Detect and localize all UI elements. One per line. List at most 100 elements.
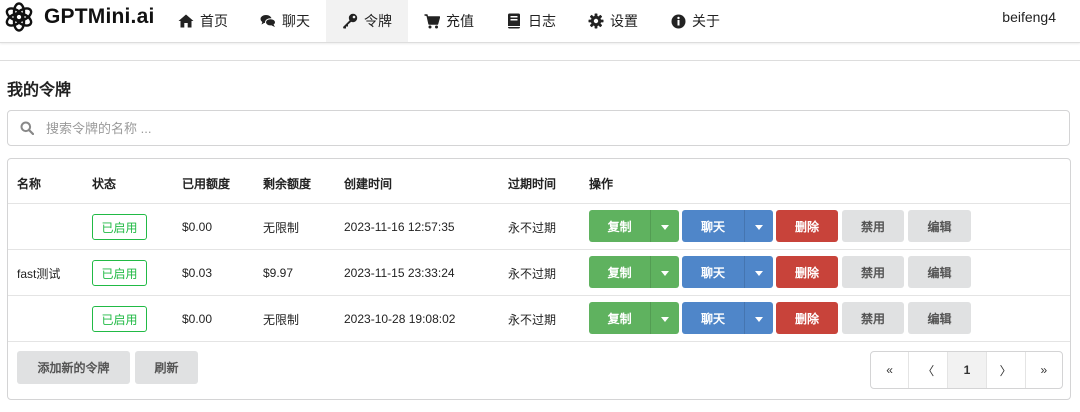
expire-time: 永不过期 xyxy=(508,266,557,281)
nav-item-home[interactable]: 首页 xyxy=(162,0,244,42)
edit-button[interactable]: 编辑 xyxy=(908,256,971,288)
delete-button[interactable]: 删除 xyxy=(776,256,838,288)
token-name: fast测试 xyxy=(17,266,61,281)
token-table: 名称 状态 已用额度 剩余额度 创建时间 过期时间 操作 已启用 $0.00 无… xyxy=(7,158,1071,400)
expire-time: 永不过期 xyxy=(508,312,557,327)
used-quota: $0.00 xyxy=(182,312,213,326)
caret-down-icon xyxy=(661,219,670,233)
top-navbar: GPTMini.ai 首页 聊天 令牌 充值 日志 设置 关于 beifeng4 xyxy=(0,0,1080,43)
cart-icon xyxy=(424,13,440,29)
copy-button-label: 复制 xyxy=(607,265,632,280)
chat-dropdown-toggle[interactable] xyxy=(744,256,773,288)
copy-button-label: 复制 xyxy=(607,311,632,326)
last-page-button[interactable]: » xyxy=(1026,352,1062,388)
nav-label-home: 首页 xyxy=(200,13,228,29)
column-header-actions: 操作 xyxy=(589,177,614,191)
info-icon xyxy=(670,13,686,29)
username: beifeng4 xyxy=(1002,9,1056,25)
edit-button[interactable]: 编辑 xyxy=(908,210,971,242)
remaining-quota: 无限制 xyxy=(263,312,300,327)
copy-button-label: 复制 xyxy=(607,219,632,234)
chat-button-label: 聊天 xyxy=(700,311,725,326)
copy-dropdown-toggle[interactable] xyxy=(650,302,679,334)
disable-button[interactable]: 禁用 xyxy=(842,302,904,334)
nav-label-topup: 充值 xyxy=(446,13,474,29)
status-badge: 已启用 xyxy=(92,214,147,240)
table-footer-divider xyxy=(8,341,1070,342)
prev-page-button[interactable]: 〈 xyxy=(909,352,949,388)
openai-logo-icon xyxy=(4,2,34,32)
chat-button-label: 聊天 xyxy=(700,219,725,234)
column-header-used-quota[interactable]: 已用额度 xyxy=(182,175,230,192)
refresh-button[interactable]: 刷新 xyxy=(135,351,198,384)
caret-down-icon xyxy=(755,265,763,279)
chat-dropdown-toggle[interactable] xyxy=(744,302,773,334)
status-badge: 已启用 xyxy=(92,260,147,286)
copy-dropdown-toggle[interactable] xyxy=(650,256,679,288)
chat-dropdown-toggle[interactable] xyxy=(744,210,773,242)
search-box xyxy=(7,110,1070,146)
table-row: fast测试 已启用 $0.03 $9.97 2023-11-15 23:33:… xyxy=(8,249,1070,296)
main-nav: 首页 聊天 令牌 充值 日志 设置 关于 xyxy=(162,0,736,42)
divider xyxy=(0,60,1080,61)
disable-button[interactable]: 禁用 xyxy=(842,256,904,288)
copy-button[interactable]: 复制 xyxy=(589,210,679,242)
column-header-name[interactable]: 名称 xyxy=(17,175,41,192)
nav-item-about[interactable]: 关于 xyxy=(654,0,736,42)
brand-name: GPTMini.ai xyxy=(44,5,155,28)
copy-button[interactable]: 复制 xyxy=(589,302,679,334)
gear-icon xyxy=(588,13,604,29)
column-header-remaining-quota[interactable]: 剩余额度 xyxy=(263,175,311,192)
book-icon xyxy=(506,13,522,29)
pagination: « 〈 1 〉 » xyxy=(870,351,1063,389)
chat-button[interactable]: 聊天 xyxy=(682,210,773,242)
column-header-status[interactable]: 状态 xyxy=(92,175,116,192)
nav-item-chat[interactable]: 聊天 xyxy=(244,0,326,42)
chat-button[interactable]: 聊天 xyxy=(682,256,773,288)
table-row: 已启用 $0.00 无限制 2023-10-28 19:08:02 永不过期 复… xyxy=(8,295,1070,342)
brand[interactable]: GPTMini.ai xyxy=(4,0,155,34)
chat-icon xyxy=(260,13,276,29)
created-time: 2023-11-15 23:33:24 xyxy=(344,266,455,280)
copy-button[interactable]: 复制 xyxy=(589,256,679,288)
used-quota: $0.03 xyxy=(182,266,213,280)
caret-down-icon xyxy=(755,311,763,325)
table-row: 已启用 $0.00 无限制 2023-11-16 12:57:35 永不过期 复… xyxy=(8,203,1070,250)
home-icon xyxy=(178,13,194,29)
status-badge: 已启用 xyxy=(92,306,147,332)
nav-item-settings[interactable]: 设置 xyxy=(572,0,654,42)
column-header-created-time[interactable]: 创建时间 xyxy=(344,175,392,192)
user-menu[interactable]: beifeng4 xyxy=(1002,0,1056,34)
expire-time: 永不过期 xyxy=(508,220,557,235)
next-page-button[interactable]: 〉 xyxy=(987,352,1026,388)
page-1-button[interactable]: 1 xyxy=(948,352,987,388)
column-header-expire-time[interactable]: 过期时间 xyxy=(508,175,556,192)
chat-button[interactable]: 聊天 xyxy=(682,302,773,334)
remaining-quota: $9.97 xyxy=(263,266,294,280)
page-title: 我的令牌 xyxy=(7,82,72,99)
search-input[interactable] xyxy=(44,119,948,137)
nav-label-settings: 设置 xyxy=(610,13,638,29)
nav-item-topup[interactable]: 充值 xyxy=(408,0,490,42)
disable-button[interactable]: 禁用 xyxy=(842,210,904,242)
created-time: 2023-10-28 19:08:02 xyxy=(344,312,456,326)
nav-label-tokens: 令牌 xyxy=(364,13,392,29)
nav-item-logs[interactable]: 日志 xyxy=(490,0,572,42)
nav-label-logs: 日志 xyxy=(528,13,556,29)
search-icon xyxy=(20,121,35,136)
chat-button-label: 聊天 xyxy=(700,265,725,280)
first-page-button[interactable]: « xyxy=(871,352,910,388)
nav-label-about: 关于 xyxy=(692,13,720,29)
nav-label-chat: 聊天 xyxy=(282,13,310,29)
remaining-quota: 无限制 xyxy=(263,220,300,235)
created-time: 2023-11-16 12:57:35 xyxy=(344,220,455,234)
caret-down-icon xyxy=(661,265,670,279)
delete-button[interactable]: 删除 xyxy=(776,210,838,242)
copy-dropdown-toggle[interactable] xyxy=(650,210,679,242)
nav-item-tokens[interactable]: 令牌 xyxy=(326,0,408,42)
add-token-button[interactable]: 添加新的令牌 xyxy=(17,351,130,384)
edit-button[interactable]: 编辑 xyxy=(908,302,971,334)
used-quota: $0.00 xyxy=(182,220,213,234)
delete-button[interactable]: 删除 xyxy=(776,302,838,334)
key-icon xyxy=(342,13,358,29)
